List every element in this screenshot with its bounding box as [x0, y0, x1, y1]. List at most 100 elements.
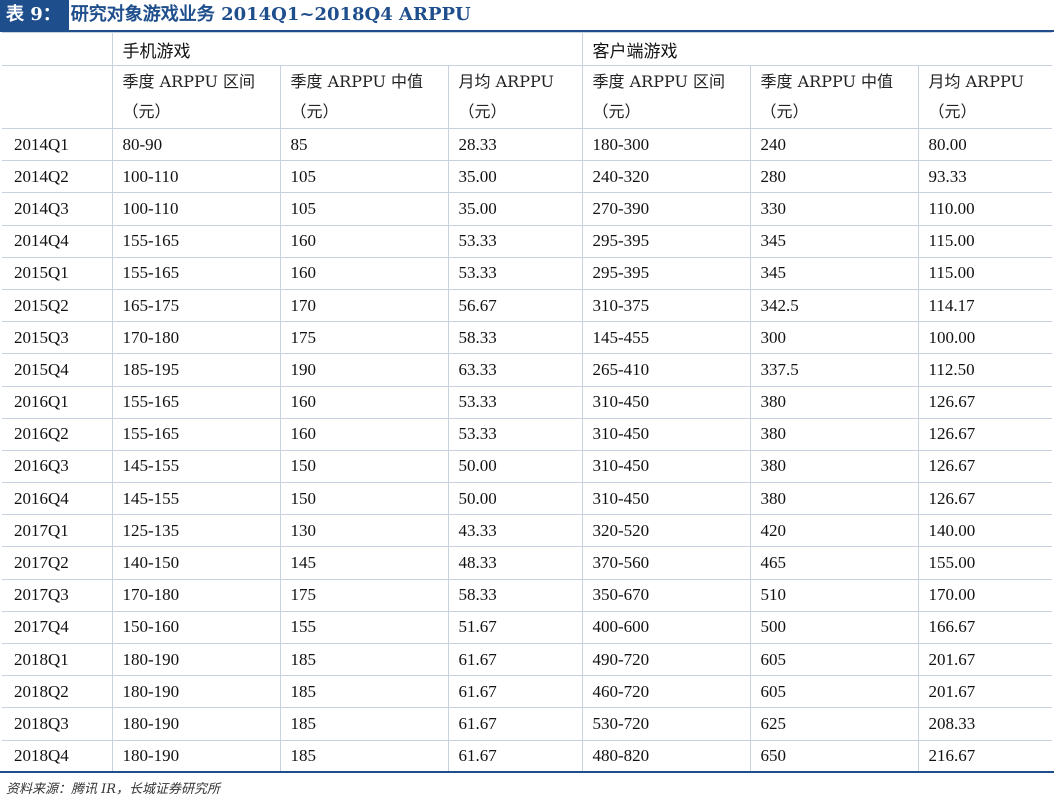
table-cell: 155.00: [918, 546, 1053, 580]
table-cell: 53.33: [448, 386, 583, 419]
column-header-unit: （元）: [928, 102, 977, 121]
column-header: 季度 ARPPU 区间 （元）: [582, 65, 751, 129]
column-header-unit: （元）: [122, 102, 171, 121]
table-title: 研究对象游戏业务 2014Q1~2018Q4 ARPPU: [70, 4, 471, 25]
table-cell: 190: [280, 353, 449, 387]
period-cell: 2016Q1: [2, 386, 113, 419]
table-cell: 155-165: [112, 257, 281, 290]
table-cell: 295-395: [582, 257, 751, 290]
period-cell: 2016Q2: [2, 418, 113, 451]
table-cell: 185: [280, 675, 449, 709]
table-body: 2014Q1 80-90 85 28.33 180-300 240 80.00 2014Q2 1…: [2, 128, 1053, 773]
column-header-label: 季度 ARPPU 区间: [592, 72, 726, 91]
table-cell: 650: [750, 740, 919, 773]
period-cell: 2018Q4: [2, 740, 113, 773]
table-row: 2016Q1 155-165 160 53.33 310-450 380 126.67: [2, 386, 1053, 419]
table-cell: 105: [280, 192, 449, 226]
table-cell: 140.00: [918, 514, 1053, 548]
table-row: 2015Q1 155-165 160 53.33 295-395 345 115.00: [2, 257, 1053, 290]
table-row: 2015Q4 185-195 190 63.33 265-410 337.5 112.50: [2, 353, 1053, 387]
table-row: 2017Q3 170-180 175 58.33 350-670 510 170.00: [2, 579, 1053, 612]
period-cell: 2018Q1: [2, 643, 113, 677]
period-cell: 2017Q1: [2, 514, 113, 548]
table-cell: 56.67: [448, 289, 583, 323]
table-cell: 114.17: [918, 289, 1053, 323]
table-cell: 150: [280, 450, 449, 484]
column-header-label: 季度 ARPPU 中值: [290, 72, 424, 91]
table-cell: 185-195: [112, 353, 281, 387]
table-cell: 490-720: [582, 643, 751, 677]
period-cell: 2016Q4: [2, 482, 113, 516]
table-cell: 51.67: [448, 611, 583, 645]
table-cell: 380: [750, 386, 919, 419]
table-cell: 330: [750, 192, 919, 226]
table-cell: 180-190: [112, 740, 281, 773]
table-cell: 80.00: [918, 128, 1053, 162]
table-cell: 145-155: [112, 482, 281, 516]
column-header-label: 月均 ARPPU: [458, 72, 554, 91]
group-header-pc: 客户端游戏: [582, 32, 1053, 66]
table-cell: 58.33: [448, 321, 583, 355]
table-cell: 160: [280, 418, 449, 451]
sub-header-row: 季度 ARPPU 区间 （元） 季度 ARPPU 中值 （元） 月均 ARPPU （元…: [2, 65, 1053, 129]
table-cell: 53.33: [448, 257, 583, 290]
table-row: 2017Q2 140-150 145 48.33 370-560 465 155.00: [2, 546, 1053, 580]
table-cell: 35.00: [448, 160, 583, 194]
period-cell: 2015Q4: [2, 353, 113, 387]
table-cell: 345: [750, 225, 919, 258]
table-number-label: 表 9：: [0, 0, 69, 30]
table-cell: 112.50: [918, 353, 1053, 387]
table-cell: 126.67: [918, 482, 1053, 516]
table-row: 2016Q4 145-155 150 50.00 310-450 380 126.67: [2, 482, 1053, 516]
table-cell: 320-520: [582, 514, 751, 548]
table-cell: 175: [280, 321, 449, 355]
table-cell: 310-450: [582, 450, 751, 484]
table-cell: 100-110: [112, 160, 281, 194]
table-cell: 605: [750, 675, 919, 709]
table-cell: 208.33: [918, 707, 1053, 741]
column-header: 季度 ARPPU 中值 （元）: [750, 65, 919, 129]
table-cell: 140-150: [112, 546, 281, 580]
table-cell: 201.67: [918, 643, 1053, 677]
table-cell: 380: [750, 418, 919, 451]
table-cell: 126.67: [918, 386, 1053, 419]
column-header: 季度 ARPPU 区间 （元）: [112, 65, 281, 129]
table-row: 2014Q1 80-90 85 28.33 180-300 240 80.00: [2, 128, 1053, 162]
table-cell: 310-450: [582, 418, 751, 451]
group-header-row: 手机游戏 客户端游戏: [2, 32, 1053, 66]
table-cell: 240: [750, 128, 919, 162]
table-row: 2014Q2 100-110 105 35.00 240-320 280 93.33: [2, 160, 1053, 194]
table-cell: 300: [750, 321, 919, 355]
table-cell: 370-560: [582, 546, 751, 580]
table-cell: 465: [750, 546, 919, 580]
table-cell: 185: [280, 643, 449, 677]
table-cell: 185: [280, 740, 449, 773]
table-cell: 350-670: [582, 579, 751, 612]
table-cell: 420: [750, 514, 919, 548]
table-cell: 180-190: [112, 643, 281, 677]
period-cell: 2018Q2: [2, 675, 113, 709]
table-cell: 48.33: [448, 546, 583, 580]
column-header-label: 季度 ARPPU 区间: [122, 72, 256, 91]
column-header-unit: （元）: [592, 102, 641, 121]
table-cell: 160: [280, 225, 449, 258]
table-cell: 400-600: [582, 611, 751, 645]
table-cell: 201.67: [918, 675, 1053, 709]
period-cell: 2015Q1: [2, 257, 113, 290]
table-cell: 166.67: [918, 611, 1053, 645]
table-cell: 310-375: [582, 289, 751, 323]
column-header: 季度 ARPPU 中值 （元）: [280, 65, 449, 129]
table-cell: 145: [280, 546, 449, 580]
column-header-label: 季度 ARPPU 中值: [760, 72, 894, 91]
table-cell: 155-165: [112, 225, 281, 258]
table-cell: 105: [280, 160, 449, 194]
table-cell: 50.00: [448, 450, 583, 484]
table-cell: 145-455: [582, 321, 751, 355]
table-cell: 61.67: [448, 707, 583, 741]
table-cell: 170.00: [918, 579, 1053, 612]
table-cell: 61.67: [448, 675, 583, 709]
period-cell: 2017Q3: [2, 579, 113, 612]
table-cell: 170-180: [112, 579, 281, 612]
table-cell: 155: [280, 611, 449, 645]
table-bottom-rule: [0, 771, 1054, 773]
